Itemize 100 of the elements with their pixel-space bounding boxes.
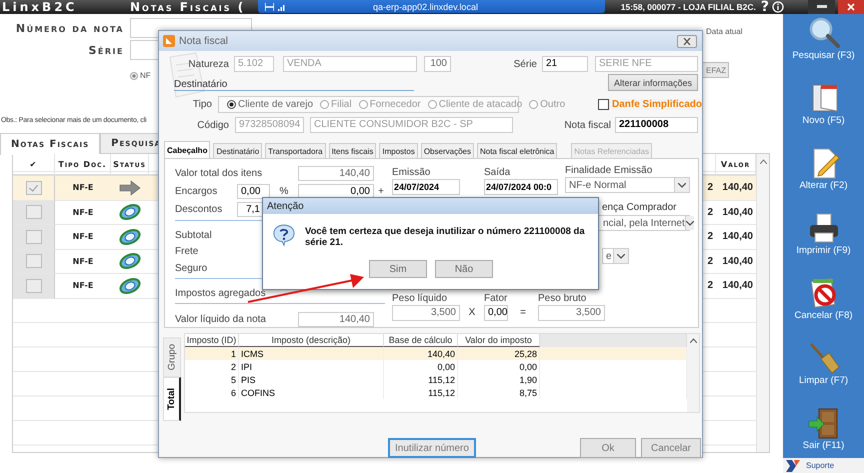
field-label: Série — [88, 44, 125, 56]
field-label: Código — [196, 120, 229, 130]
table-cell: 2 — [185, 360, 239, 373]
checkbox[interactable] — [26, 278, 42, 293]
help-button[interactable]: ? — [760, 0, 769, 14]
toolbar-button[interactable]: Imprimir (F9) — [783, 209, 864, 274]
input-field[interactable]: 140,40 — [298, 166, 374, 181]
dialog-button[interactable]: Cancelar — [641, 438, 701, 458]
toolbar-button[interactable]: Alterar (F2) — [783, 144, 864, 209]
section-heading: Destinatário — [174, 79, 414, 91]
pin-icon[interactable] — [265, 2, 274, 10]
input-field[interactable]: 3,500 — [538, 305, 605, 321]
operator-label: X — [468, 306, 476, 320]
table-cell: 0,00 — [384, 360, 458, 373]
field-label: Finalidade Emissão — [565, 164, 654, 177]
field-label: Impostos agregados — [175, 288, 267, 299]
unit-label: % — [278, 186, 290, 197]
table-cell: ICMS — [239, 347, 384, 360]
checkbox[interactable] — [26, 205, 42, 220]
caret-icon — [678, 182, 686, 188]
window-title: Atenção — [267, 200, 304, 212]
minimize-button[interactable] — [808, 0, 835, 14]
side-tab[interactable]: Grupo — [163, 337, 181, 378]
table-cell: 25,28 — [458, 347, 540, 360]
input-field[interactable]: 3,500 — [392, 305, 460, 321]
input-field[interactable]: 0,00 — [484, 305, 508, 321]
radio-button[interactable]: NF — [130, 71, 252, 80]
side-tab[interactable]: Total — [163, 377, 181, 422]
app-icon — [163, 35, 175, 47]
dialog-button[interactable]: Sim — [369, 260, 427, 278]
field-label: ença Comprador — [602, 202, 678, 215]
close-button[interactable] — [838, 0, 864, 14]
tab[interactable]: Destinatário — [213, 143, 262, 158]
table-cell: 1,90 — [458, 373, 540, 386]
input-field[interactable]: 221100008 — [615, 117, 698, 133]
toolbar-button[interactable]: Sair (F11) — [783, 404, 864, 458]
tab[interactable]: Nota fiscal eletrônica — [476, 143, 558, 158]
input-field[interactable]: 97328508094 — [235, 117, 304, 133]
info-icon[interactable] — [772, 1, 784, 13]
field-label: Natureza — [187, 58, 229, 70]
dialog-button[interactable]: Não — [435, 260, 493, 278]
field-label: Série — [512, 58, 537, 70]
checkbox[interactable] — [26, 180, 42, 195]
input-field[interactable]: 140,40 — [298, 312, 374, 327]
field-label: Emissão — [392, 166, 432, 179]
field-label: Encargos — [175, 186, 218, 197]
field-label: Seguro — [175, 263, 208, 274]
field-label: Saída — [484, 166, 512, 179]
date-field[interactable]: 24/07/2024 00:0 — [484, 179, 558, 195]
alterar-button[interactable]: Alterar informações — [608, 74, 698, 91]
field-label: Peso bruto — [538, 292, 588, 305]
tab[interactable]: Cabeçalho — [164, 141, 210, 158]
door-arrow-icon — [806, 406, 840, 440]
field-label: Número da nota — [14, 22, 125, 34]
caret-icon — [617, 254, 625, 258]
toolbar-button[interactable]: Novo (F5) — [783, 79, 864, 144]
toolbar-button[interactable]: Pesquisar (F3) — [783, 14, 864, 79]
checkbox-label: Data atual — [706, 27, 744, 36]
toolbar-button[interactable]: Cancelar (F8) — [783, 274, 864, 339]
tab[interactable]: Observações — [420, 143, 474, 158]
checkbox[interactable] — [26, 254, 42, 268]
date-field[interactable]: 24/07/2024 — [392, 179, 460, 195]
session-info: 15:58, 000077 - LOJA FILIAL B2C. — [620, 2, 756, 12]
scroll-up-icon[interactable] — [760, 159, 766, 164]
tab[interactable]: Impostos — [379, 143, 418, 158]
field-label: Peso líquido — [392, 292, 448, 305]
table-cell: NF-E — [55, 176, 111, 200]
signal-icon — [278, 2, 286, 10]
logo-icon — [786, 460, 800, 472]
checkbox[interactable] — [26, 230, 42, 244]
tab[interactable]: Transportadora — [265, 143, 326, 158]
dialog-button[interactable]: Ok — [580, 438, 636, 458]
input-field[interactable]: 0,00 — [237, 184, 270, 199]
scroll-up-icon[interactable] — [690, 338, 696, 343]
arrow-icon — [119, 180, 141, 196]
field-label: Fator — [484, 292, 508, 305]
table-cell: 8,75 — [458, 386, 540, 399]
table-cell: 140,40 — [716, 176, 756, 200]
close-icon — [683, 38, 691, 44]
input-field[interactable]: 100 — [424, 56, 451, 72]
tab[interactable]: Itens fiscais — [328, 143, 376, 158]
operator-label: = — [519, 306, 527, 320]
dropdown[interactable]: NF-e Normal — [565, 177, 690, 193]
host-name: qa-erp-app02.linxdev.local — [373, 2, 479, 12]
field-label: Nota fiscal — [563, 120, 611, 130]
input-field[interactable]: 21 — [542, 56, 588, 72]
table-cell: IPI — [239, 360, 384, 373]
dialog-button[interactable]: Inutilizar número — [388, 438, 476, 458]
close-button[interactable] — [677, 34, 697, 48]
field-label: Descontos — [175, 204, 224, 215]
table-cell: 115,12 — [384, 386, 458, 399]
dropdown[interactable]: e — [602, 248, 629, 264]
support-bar[interactable]: Suporte — [783, 458, 864, 473]
radio-button[interactable]: Cliente de varejo — [226, 99, 314, 110]
app-logo: LinxB2C — [1, 0, 78, 14]
toolbar-button[interactable]: Limpar (F7) — [783, 339, 864, 404]
column-header: Valor do imposto — [458, 334, 540, 347]
table-cell: 0,00 — [458, 360, 540, 373]
tab[interactable]: Notas Fiscais — [0, 133, 100, 155]
column-header: Base de cálculo — [384, 334, 458, 347]
